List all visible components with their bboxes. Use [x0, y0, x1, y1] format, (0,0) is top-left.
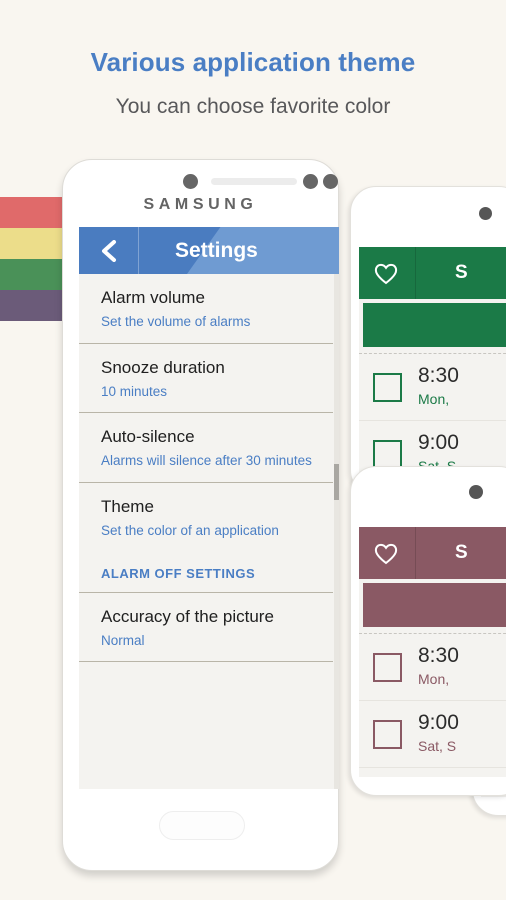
- heart-icon: [374, 263, 398, 285]
- alarm-row[interactable]: 9:00 Sat, S: [359, 701, 506, 768]
- setting-subtitle: Set the color of an application: [101, 523, 279, 539]
- mini-band-maroon: [363, 583, 506, 627]
- home-button[interactable]: [159, 811, 245, 840]
- alarm-checkbox[interactable]: [373, 439, 402, 469]
- proximity-sensor-icon: [323, 174, 338, 189]
- alarm-checkbox[interactable]: [373, 652, 402, 682]
- section-header-alarm-off-settings: ALARM OFF SETTINGS: [79, 552, 333, 593]
- mini-appbar-maroon: S: [359, 527, 506, 579]
- swatch-red[interactable]: [0, 197, 62, 228]
- promo-heading-block: Various application theme You can choose…: [0, 0, 506, 119]
- camera-dot-icon: [469, 485, 483, 499]
- phone-preview-maroon[interactable]: S 8:30 Mon, 9:00 Sat, S: [350, 466, 506, 796]
- phone-screen: Settings Alarm volume Set the volume of …: [79, 227, 339, 789]
- setting-item-auto-silence[interactable]: Auto-silence Alarms will silence after 3…: [79, 413, 333, 483]
- swatch-green[interactable]: [0, 259, 62, 290]
- mini-band-green: [363, 303, 506, 347]
- mini-appbar-green: S: [359, 247, 506, 299]
- setting-item-accuracy-of-the-picture[interactable]: Accuracy of the picture Normal: [79, 593, 333, 663]
- swatch-purple[interactable]: [0, 290, 62, 321]
- setting-item-snooze-duration[interactable]: Snooze duration 10 minutes: [79, 344, 333, 414]
- appbar-divider: [415, 247, 416, 299]
- swatch-yellow[interactable]: [0, 228, 62, 259]
- camera-dot-icon: [479, 207, 492, 220]
- setting-title: Theme: [101, 496, 154, 516]
- page-subtitle: You can choose favorite color: [115, 94, 391, 118]
- setting-title: Accuracy of the picture: [101, 606, 274, 626]
- scrollbar-thumb[interactable]: [334, 464, 339, 500]
- setting-title: Auto-silence: [101, 427, 195, 447]
- camera-icon: [183, 174, 198, 189]
- setting-subtitle: Set the volume of alarms: [101, 314, 251, 330]
- app-bar: Settings: [79, 227, 339, 274]
- appbar-divider: [138, 227, 139, 274]
- mini-appbar-title: S: [455, 542, 468, 563]
- alarm-row[interactable]: 8:30 Mon,: [359, 634, 506, 701]
- alarm-time: 8:30: [418, 644, 459, 668]
- alarm-checkbox[interactable]: [373, 372, 402, 402]
- app-bar-title: Settings: [175, 238, 258, 262]
- setting-subtitle: 10 minutes: [101, 383, 168, 399]
- alarm-time: 9:00: [418, 431, 459, 455]
- chevron-left-icon[interactable]: [100, 239, 118, 262]
- setting-title: Alarm volume: [101, 288, 205, 307]
- phone-top-bezel: SAMSUNG: [63, 160, 338, 223]
- alarm-time: 8:30: [418, 364, 459, 388]
- alarm-text: 8:30 Mon,: [418, 364, 459, 409]
- mini-screen-maroon: S 8:30 Mon, 9:00 Sat, S: [359, 527, 506, 777]
- alarm-checkbox[interactable]: [373, 719, 402, 749]
- phone-preview-green[interactable]: S 8:30 Mon, 9:00 Sat, S: [350, 186, 506, 496]
- setting-title: Snooze duration: [101, 357, 225, 377]
- setting-item-alarm-volume[interactable]: Alarm volume Set the volume of alarms: [79, 274, 333, 344]
- setting-subtitle: Normal: [101, 632, 145, 648]
- speaker-grille: [211, 178, 297, 185]
- heart-icon: [374, 543, 398, 565]
- settings-list: Alarm volume Set the volume of alarms Sn…: [79, 274, 339, 663]
- setting-subtitle: Alarms will silence after 30 minutes: [101, 453, 312, 469]
- phone-main-samsung[interactable]: SAMSUNG Settings Alarm volume Set the vo…: [62, 159, 339, 871]
- alarm-days: Sat, S: [418, 737, 457, 754]
- appbar-divider: [415, 527, 416, 579]
- scrollbar-track[interactable]: [334, 274, 339, 789]
- setting-item-theme[interactable]: Theme Set the color of an application: [79, 483, 333, 552]
- alarm-row[interactable]: 8:30 Mon,: [359, 354, 506, 421]
- theme-color-swatches: [0, 197, 62, 321]
- sensor-icon: [303, 174, 318, 189]
- samsung-brand-logo: SAMSUNG: [143, 196, 258, 213]
- alarm-time: 9:00: [418, 711, 459, 735]
- page-title: Various application theme: [90, 47, 416, 77]
- mini-screen-green: S 8:30 Mon, 9:00 Sat, S: [359, 247, 506, 477]
- alarm-days: Mon,: [418, 390, 450, 407]
- mini-appbar-title: S: [455, 262, 468, 283]
- alarm-text: 9:00 Sat, S: [418, 711, 459, 756]
- alarm-text: 8:30 Mon,: [418, 644, 459, 689]
- alarm-days: Mon,: [418, 670, 450, 687]
